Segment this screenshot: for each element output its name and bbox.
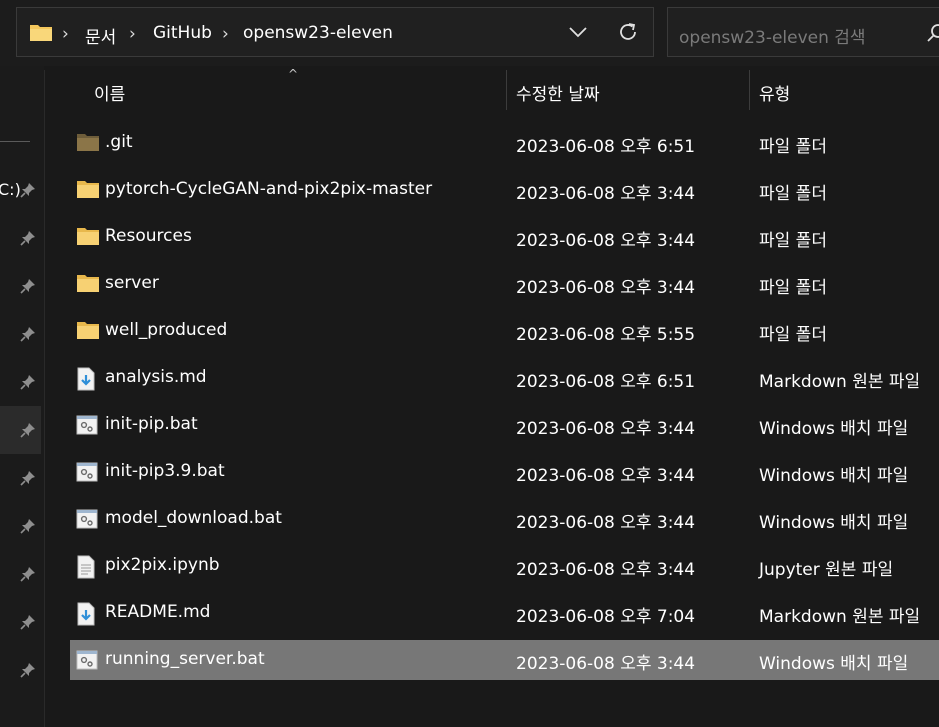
- batch-file-icon: [76, 414, 98, 440]
- chevron-right-icon[interactable]: ›: [62, 24, 69, 44]
- folder-icon: [76, 273, 100, 297]
- file-type: Markdown 원본 파일: [759, 607, 921, 627]
- refresh-icon[interactable]: [617, 21, 639, 43]
- file-name: analysis.md: [105, 367, 207, 387]
- file-name: running_server.bat: [105, 649, 265, 669]
- column-header-name[interactable]: 이름: [94, 80, 125, 105]
- file-row[interactable]: init-pip3.9.bat 2023-06-08 오후 3:44 Windows…: [70, 452, 939, 492]
- breadcrumb-documents[interactable]: 문서: [85, 23, 116, 48]
- file-date-modified: 2023-06-08 오후 3:44: [516, 560, 696, 580]
- file-row[interactable]: README.md 2023-06-08 오후 7:04 Markdown 원본 파…: [70, 593, 939, 633]
- pin-icon[interactable]: [20, 518, 36, 538]
- file-type: Markdown 원본 파일: [759, 372, 921, 392]
- file-date-modified: 2023-06-08 오후 3:44: [516, 278, 696, 298]
- file-type: 파일 폴더: [759, 184, 827, 204]
- batch-file-icon: [76, 649, 98, 675]
- pin-icon[interactable]: [20, 614, 36, 634]
- folder-dark-icon: [76, 132, 100, 156]
- search-box[interactable]: opensw23-eleven 검색: [667, 7, 939, 57]
- file-date-modified: 2023-06-08 오후 6:51: [516, 137, 696, 157]
- file-type: Windows 배치 파일: [759, 419, 909, 439]
- sort-ascending-icon: ^: [288, 67, 299, 81]
- column-header-date[interactable]: 수정한 날짜: [516, 80, 600, 105]
- pin-icon[interactable]: [20, 470, 36, 490]
- file-row[interactable]: model_download.bat 2023-06-08 오후 3:44 Wind…: [70, 499, 939, 539]
- file-type: 파일 폴더: [759, 137, 827, 157]
- column-divider[interactable]: [749, 70, 750, 110]
- pin-icon[interactable]: [20, 326, 36, 346]
- chevron-right-icon[interactable]: ›: [222, 24, 229, 44]
- column-header-type[interactable]: 유형: [759, 80, 790, 105]
- search-placeholder[interactable]: opensw23-eleven 검색: [679, 23, 866, 48]
- pin-icon[interactable]: [20, 278, 36, 298]
- file-name: well_produced: [105, 320, 228, 340]
- file-row[interactable]: running_server.bat 2023-06-08 오후 3:44 Wind…: [70, 640, 939, 680]
- folder-icon: [76, 179, 100, 203]
- file-date-modified: 2023-06-08 오후 3:44: [516, 513, 696, 533]
- text-file-icon: [76, 555, 96, 583]
- file-row[interactable]: Resources 2023-06-08 오후 3:44 파일 폴더: [70, 217, 939, 257]
- chevron-down-icon[interactable]: [568, 25, 588, 39]
- pin-icon[interactable]: [20, 230, 36, 250]
- folder-icon: [30, 25, 52, 41]
- file-row[interactable]: pix2pix.ipynb 2023-06-08 오후 3:44 Jupyter 원…: [70, 546, 939, 586]
- column-divider[interactable]: [506, 70, 507, 110]
- breadcrumb-github[interactable]: GitHub: [153, 23, 212, 43]
- chevron-right-icon[interactable]: ›: [129, 24, 136, 44]
- file-name: init-pip3.9.bat: [105, 461, 225, 481]
- nav-item-label[interactable]: C:): [0, 180, 21, 199]
- markdown-file-icon: [76, 367, 96, 395]
- nav-divider: [0, 141, 30, 142]
- pin-icon[interactable]: [20, 662, 36, 682]
- file-name: pytorch-CycleGAN-and-pix2pix-master: [105, 179, 433, 199]
- file-type: 파일 폴더: [759, 325, 827, 345]
- markdown-file-icon: [76, 602, 96, 630]
- file-type: Windows 배치 파일: [759, 654, 909, 674]
- file-date-modified: 2023-06-08 오후 3:44: [516, 419, 696, 439]
- file-row[interactable]: server 2023-06-08 오후 3:44 파일 폴더: [70, 264, 939, 304]
- file-row[interactable]: pytorch-CycleGAN-and-pix2pix-master 2023-…: [70, 170, 939, 210]
- file-date-modified: 2023-06-08 오후 3:44: [516, 654, 696, 674]
- file-row[interactable]: well_produced 2023-06-08 오후 5:55 파일 폴더: [70, 311, 939, 351]
- batch-file-icon: [76, 461, 98, 487]
- file-type: Windows 배치 파일: [759, 513, 909, 533]
- toolbar: › 문서 › GitHub › opensw23-eleven opensw23…: [0, 0, 939, 66]
- batch-file-icon: [76, 508, 98, 534]
- pin-icon[interactable]: [20, 182, 36, 202]
- file-name: init-pip.bat: [105, 414, 198, 434]
- file-date-modified: 2023-06-08 오후 5:55: [516, 325, 696, 345]
- file-date-modified: 2023-06-08 오후 3:44: [516, 466, 696, 486]
- file-row[interactable]: .git 2023-06-08 오후 6:51 파일 폴더: [70, 123, 939, 163]
- folder-icon: [76, 226, 100, 250]
- file-date-modified: 2023-06-08 오후 3:44: [516, 231, 696, 251]
- search-icon[interactable]: [926, 22, 939, 44]
- file-name: server: [105, 273, 159, 293]
- file-date-modified: 2023-06-08 오후 7:04: [516, 607, 696, 627]
- file-row[interactable]: analysis.md 2023-06-08 오후 6:51 Markdown 원본…: [70, 358, 939, 398]
- file-name: pix2pix.ipynb: [105, 555, 220, 575]
- pin-icon[interactable]: [20, 374, 36, 394]
- file-date-modified: 2023-06-08 오후 6:51: [516, 372, 696, 392]
- address-bar[interactable]: › 문서 › GitHub › opensw23-eleven: [16, 7, 654, 57]
- file-type: 파일 폴더: [759, 231, 827, 251]
- file-type: 파일 폴더: [759, 278, 827, 298]
- file-type: Jupyter 원본 파일: [759, 560, 894, 580]
- file-row[interactable]: init-pip.bat 2023-06-08 오후 3:44 Windows 배치…: [70, 405, 939, 445]
- navigation-pane: C:): [0, 66, 44, 727]
- file-name: README.md: [105, 602, 211, 622]
- file-name: .git: [105, 132, 133, 152]
- breadcrumb-current-folder[interactable]: opensw23-eleven: [243, 23, 393, 43]
- pin-icon[interactable]: [20, 566, 36, 586]
- file-type: Windows 배치 파일: [759, 466, 909, 486]
- pane-divider[interactable]: [44, 70, 45, 727]
- file-date-modified: 2023-06-08 오후 3:44: [516, 184, 696, 204]
- pin-icon[interactable]: [20, 422, 36, 442]
- folder-icon: [76, 320, 100, 344]
- file-name: Resources: [105, 226, 192, 246]
- file-name: model_download.bat: [105, 508, 282, 528]
